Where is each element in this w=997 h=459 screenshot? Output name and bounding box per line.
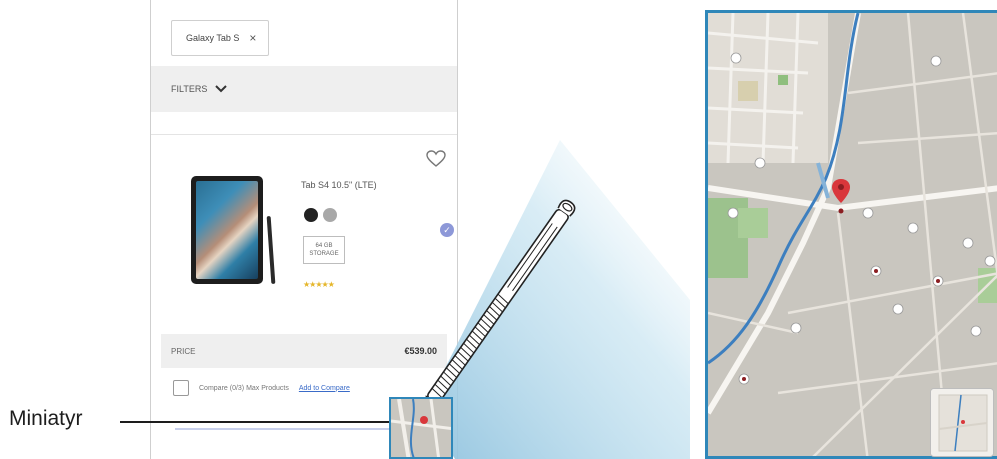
miniature-map [391, 399, 451, 457]
map-overview-thumbnail[interactable] [930, 388, 994, 457]
overview-map [931, 389, 993, 456]
callout-leader-line [120, 421, 389, 423]
magnifier-beam [424, 140, 690, 459]
miniature-preview[interactable] [389, 397, 453, 459]
miniature-callout-label: Miniatyr [9, 407, 83, 430]
